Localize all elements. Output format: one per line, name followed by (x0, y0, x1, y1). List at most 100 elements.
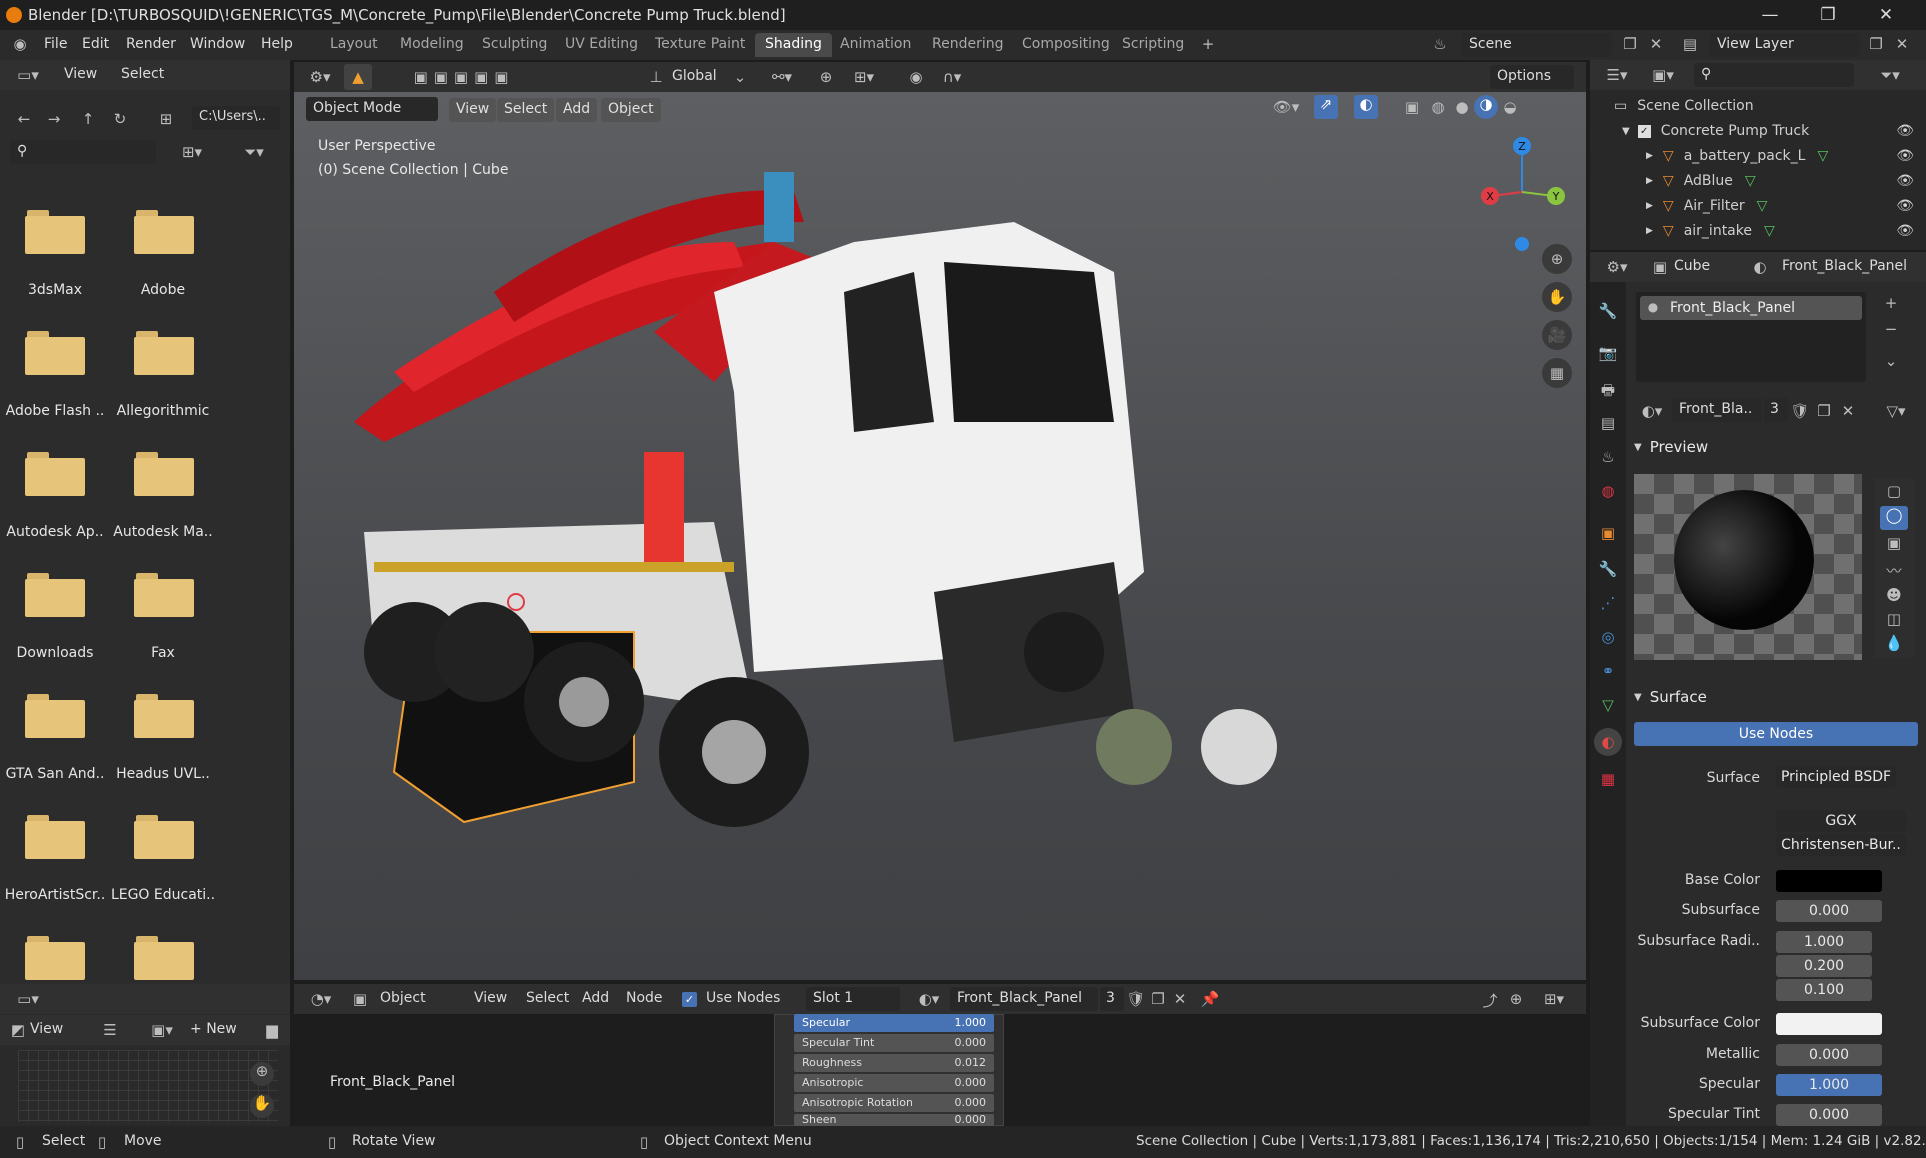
view-layer-icon[interactable]: ▤ (1680, 35, 1700, 53)
scene-selector[interactable]: Scene (1462, 33, 1612, 57)
new-image-button[interactable]: + New (190, 1021, 237, 1037)
folder-icon[interactable] (134, 936, 194, 980)
select-tool-icon[interactable]: ▲ (344, 64, 372, 90)
tab-animation[interactable]: Animation (830, 33, 921, 57)
constraint-tab-icon[interactable]: ⚭ (1598, 662, 1618, 680)
folder-icon[interactable] (134, 210, 194, 254)
folder-icon[interactable] (25, 694, 85, 738)
material-slot[interactable]: Front_Black_Panel (1640, 296, 1862, 320)
data-tab-icon[interactable]: ▽ (1598, 696, 1618, 714)
physics-tab-icon[interactable]: ◎ (1598, 628, 1618, 646)
slot-dropdown[interactable]: Slot 1 (806, 987, 900, 1011)
sphere-preview-icon[interactable]: ◯ (1880, 506, 1908, 530)
minimize-button[interactable]: — (1750, 2, 1790, 28)
node-input-anisotropic[interactable]: Anisotropic 0.000 (794, 1074, 994, 1092)
node-input-roughness[interactable]: Roughness 0.012 (794, 1054, 994, 1072)
tab-compositing[interactable]: Compositing (1012, 33, 1120, 57)
refresh-icon[interactable]: ↻ (110, 110, 130, 128)
menu-window[interactable]: Window (190, 36, 245, 52)
outliner-row[interactable]: ▶ ▽ a_battery_pack_L ▽ (1646, 148, 1906, 164)
expand-icon[interactable]: ▼ (1622, 126, 1630, 137)
view-layer-selector[interactable]: View Layer (1710, 33, 1860, 57)
hair-preview-icon[interactable]: 〰 (1884, 560, 1904, 581)
user-count[interactable]: 3 (1100, 987, 1124, 1011)
specular-tint-field[interactable]: 0.000 (1776, 1104, 1882, 1126)
view-layer-tab-icon[interactable]: ▤ (1598, 414, 1618, 432)
ne-menu-node[interactable]: Node (626, 990, 663, 1006)
folder-icon[interactable] (134, 573, 194, 617)
menu-help[interactable]: Help (261, 36, 293, 52)
tab-shading[interactable]: Shading (755, 33, 832, 57)
menu-icon[interactable]: ☰ (100, 1021, 120, 1039)
material-browse-icon[interactable]: ◐▾ (1636, 402, 1668, 420)
forward-icon[interactable]: → (44, 110, 64, 128)
back-icon[interactable]: ← (14, 110, 34, 128)
surface-shader-dropdown[interactable]: Principled BSDF (1776, 766, 1896, 788)
display-mode-icon[interactable]: ⊞▾ (172, 143, 212, 161)
output-tab-icon[interactable]: 🖶 (1598, 380, 1618, 405)
surface-panel-header[interactable]: ▼ Surface (1634, 688, 1924, 706)
material-name-field[interactable]: Front_Bla.. (1672, 398, 1762, 422)
plane-preview-icon[interactable]: ▢ (1884, 482, 1904, 500)
scene-tab-icon[interactable]: ♨ (1598, 448, 1618, 466)
tab-modeling[interactable]: Modeling (390, 33, 474, 57)
snap-icon[interactable]: ⊕ (1506, 990, 1526, 1008)
falloff-icon[interactable]: ∩▾ (932, 68, 972, 86)
selection-mode-icons[interactable]: ▣▣▣▣▣ (404, 68, 524, 86)
open-image-icon[interactable]: ▆ (262, 1021, 282, 1039)
eye-icon[interactable]: 👁 (1896, 198, 1914, 214)
material-tab-icon[interactable]: ◐ (1594, 728, 1622, 756)
add-workspace-icon[interactable]: + (1198, 35, 1218, 53)
proportional-edit-icon[interactable]: ◉ (904, 68, 928, 86)
tool-tab-icon[interactable]: 🔧 (1598, 302, 1618, 320)
outliner-row[interactable]: ▭ Scene Collection (1614, 98, 1914, 114)
tab-uv-editing[interactable]: UV Editing (555, 33, 648, 57)
unlink-icon[interactable]: ✕ (1170, 990, 1190, 1008)
folder-icon[interactable] (25, 452, 85, 496)
world-preview-icon[interactable]: ◫ (1884, 610, 1904, 628)
tab-layout[interactable]: Layout (320, 33, 388, 57)
duplicate-icon[interactable]: ❐ (1814, 402, 1834, 420)
fake-user-icon[interactable]: 🛡 (1126, 990, 1146, 1008)
pan-hand-icon[interactable]: ✋ (250, 1094, 274, 1118)
metallic-field[interactable]: 0.000 (1776, 1044, 1882, 1066)
outliner-row[interactable]: ▶ ▽ Air_Filter ▽ (1646, 198, 1906, 214)
tab-rendering[interactable]: Rendering (922, 33, 1014, 57)
remove-slot-icon[interactable]: − (1880, 320, 1902, 338)
pin-icon[interactable]: 📌 (1200, 990, 1220, 1008)
folder-icon[interactable] (134, 331, 194, 375)
editor-type-icon[interactable]: ▭▾ (12, 990, 44, 1008)
transform-orientation-dropdown[interactable]: Global (672, 68, 717, 84)
tab-scripting[interactable]: Scripting (1112, 33, 1194, 57)
ne-menu-select[interactable]: Select (526, 990, 569, 1006)
filter-icon[interactable]: ⏷▾ (1870, 66, 1910, 84)
base-color-swatch[interactable] (1776, 870, 1882, 892)
snap-icon[interactable]: ⊕ (814, 68, 838, 86)
node-input-sheen[interactable]: Sheen 0.000 (794, 1114, 994, 1126)
distribution-dropdown[interactable]: GGX (1776, 810, 1906, 832)
fb-menu-view[interactable]: View (64, 66, 97, 82)
subsurface-radius-x[interactable]: 1.000 (1776, 931, 1872, 953)
folder-icon[interactable] (25, 331, 85, 375)
filter-icon[interactable]: ⏷▾ (234, 143, 274, 161)
parent-tree-icon[interactable]: ⤴ (1480, 990, 1500, 1011)
delete-scene-icon[interactable]: ✕ (1646, 35, 1666, 53)
render-tab-icon[interactable]: 📷 (1598, 344, 1618, 362)
editor-type-icon[interactable]: ⚙▾ (304, 68, 336, 86)
eye-icon[interactable]: 👁 (1896, 173, 1914, 189)
folder-icon[interactable] (134, 694, 194, 738)
node-input-specular[interactable]: Specular 1.000 (794, 1014, 994, 1032)
outliner-search-input[interactable]: ⚲ (1694, 63, 1854, 87)
editor-type-icon[interactable]: ◔▾ (304, 990, 338, 1008)
subsurface-method-dropdown[interactable]: Christensen-Bur.. (1776, 834, 1906, 856)
eye-icon[interactable]: 👁 (1896, 123, 1914, 139)
specular-field[interactable]: 1.000 (1776, 1074, 1882, 1096)
ne-menu-add[interactable]: Add (582, 990, 609, 1006)
node-input-anisotropic-rotation[interactable]: Anisotropic Rotation 0.000 (794, 1094, 994, 1112)
folder-icon[interactable] (25, 573, 85, 617)
new-scene-icon[interactable]: ❐ (1620, 35, 1640, 53)
modifier-tab-icon[interactable]: 🔧 (1598, 560, 1618, 578)
view-icon[interactable]: ◩ (10, 1021, 26, 1039)
editor-type-icon[interactable]: ▭▾ (12, 66, 44, 84)
path-field[interactable]: C:\Users\.. (192, 106, 280, 130)
